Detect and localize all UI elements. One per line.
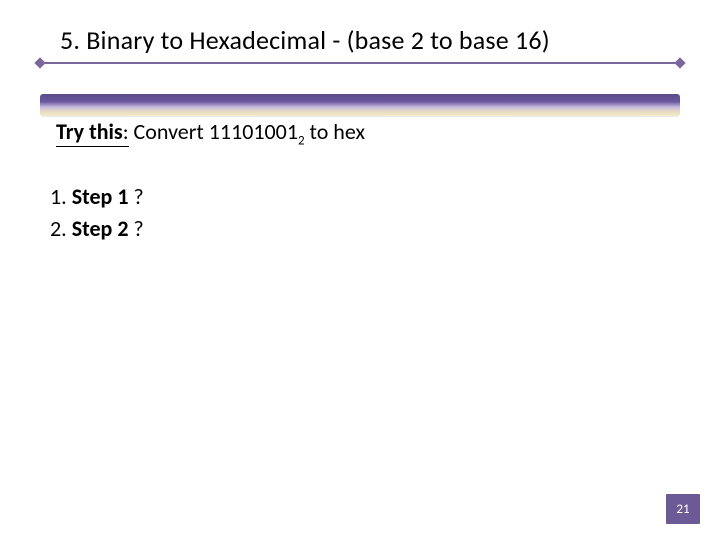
step-row: 2. Step 2 ? bbox=[50, 214, 720, 244]
step-label: Step 1 bbox=[72, 183, 129, 210]
prompt-base: 2 bbox=[298, 133, 305, 148]
steps-list: 1. Step 1 ? 2. Step 2 ? bbox=[50, 182, 720, 243]
slide-title: 5. Binary to Hexadecimal - (base 2 to ba… bbox=[60, 24, 680, 56]
prompt-lead: Try this bbox=[56, 118, 123, 145]
banner-bar bbox=[40, 94, 680, 116]
step-number: 2. bbox=[50, 215, 67, 242]
step-tail: ? bbox=[128, 215, 143, 242]
title-divider bbox=[40, 62, 680, 64]
prompt-binary: 11101001 bbox=[209, 118, 298, 145]
try-this-prompt: Try this: Convert 111010012 to hex bbox=[56, 118, 720, 148]
prompt-suffix: to hex bbox=[305, 118, 365, 145]
step-tail: ? bbox=[128, 183, 143, 210]
step-number: 1. bbox=[50, 183, 67, 210]
step-row: 1. Step 1 ? bbox=[50, 182, 720, 212]
step-label: Step 2 bbox=[72, 215, 129, 242]
prompt-prefix: Convert bbox=[129, 118, 209, 145]
page-number-badge: 21 bbox=[666, 494, 700, 524]
